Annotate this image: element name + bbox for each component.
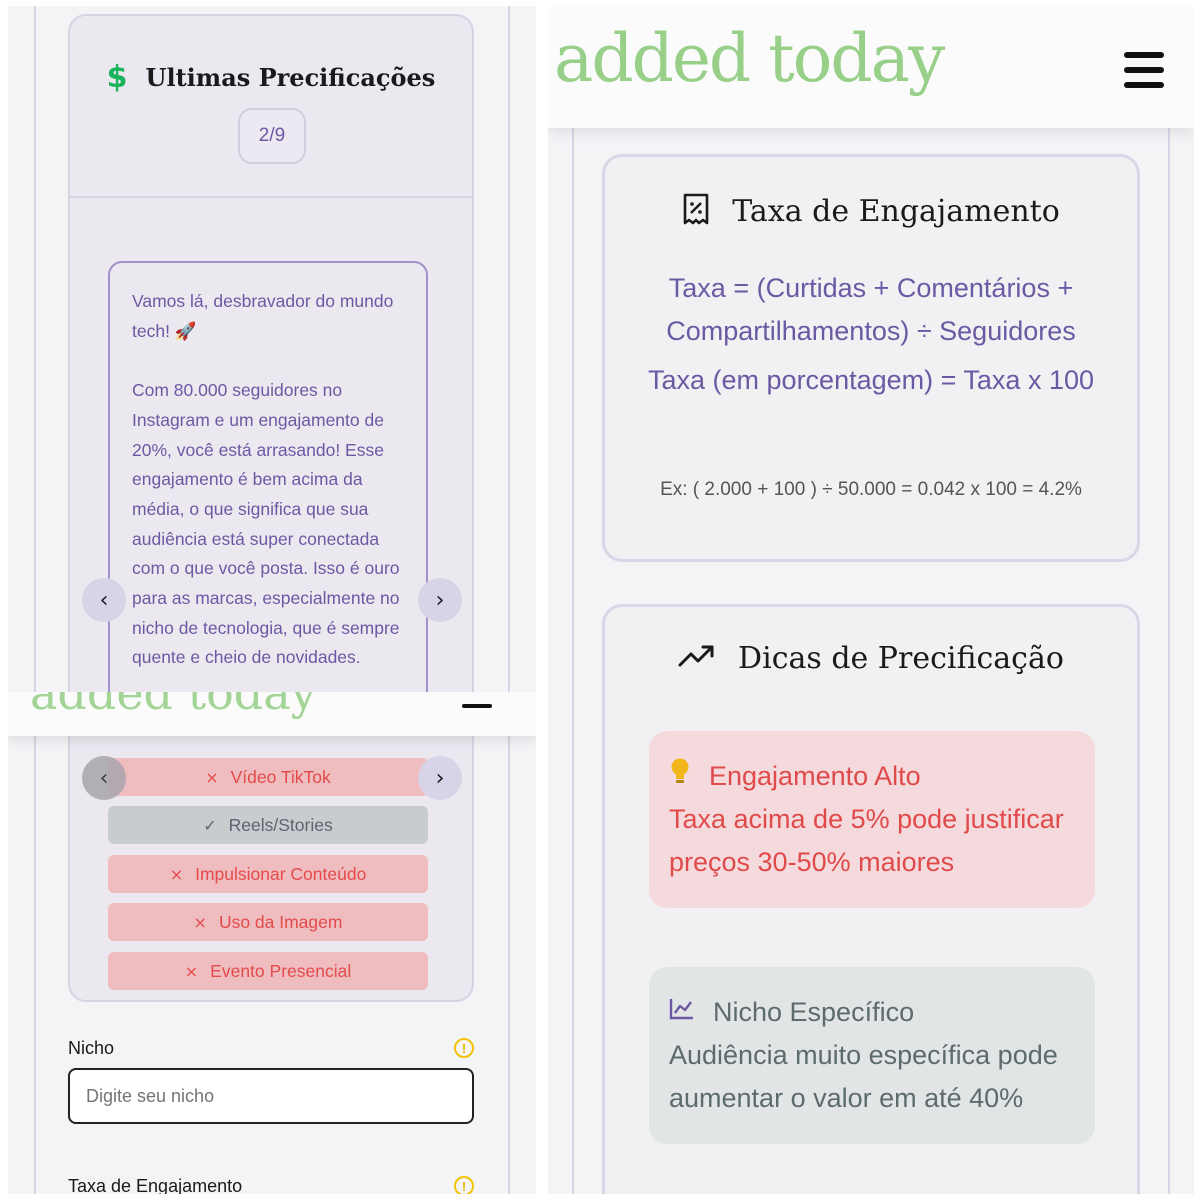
tip-high-engagement: Engajamento Alto Taxa acima de 5% pode j… [649, 731, 1095, 908]
watermark: added today [30, 692, 317, 720]
card-title: Dicas de Precificação [738, 641, 1064, 676]
divider [1168, 6, 1170, 1194]
divider [508, 692, 510, 1194]
tips-panel: added today Taxa de Engajamento Taxa = (… [548, 6, 1194, 1194]
next-button[interactable]: › [418, 756, 462, 800]
pricing-tips-card: Dicas de Precificação Engajamento Alto T… [602, 604, 1140, 1194]
option-uso-da-imagem[interactable]: × Uso da Imagem [108, 903, 428, 941]
info-icon[interactable]: ! [454, 1038, 474, 1058]
divider [572, 6, 574, 1194]
check-icon: ✓ [203, 815, 217, 835]
page-counter: 2/9 [238, 108, 306, 164]
divider [34, 692, 36, 1194]
pricing-message-card: Vamos lá, desbravador do mundo tech! 🚀 C… [108, 261, 428, 692]
x-icon: × [184, 961, 199, 981]
app-header: added today [8, 692, 536, 736]
chevron-right-icon: › [435, 765, 445, 791]
option-reels-stories[interactable]: ✓ Reels/Stories [108, 806, 428, 844]
history-panel: $ Ultimas Precificações 2/9 Vamos lá, de… [8, 6, 536, 692]
receipt-percent-icon [682, 193, 710, 230]
option-label: Reels/Stories [228, 814, 333, 835]
next-button[interactable]: › [418, 578, 462, 622]
prev-button[interactable]: ‹ [82, 756, 126, 800]
option-evento-presencial[interactable]: × Evento Presencial [108, 952, 428, 990]
x-icon: × [205, 767, 219, 787]
engagement-formula-card: Taxa de Engajamento Taxa = (Curtidas + C… [602, 154, 1140, 562]
app-header: added today [548, 6, 1194, 128]
chevron-left-icon: ‹ [99, 765, 109, 791]
chevron-right-icon: › [435, 587, 445, 613]
info-icon[interactable]: ! [454, 1176, 474, 1194]
x-icon: × [169, 864, 184, 884]
tip-specific-niche: Nicho Específico Audiência muito específ… [649, 967, 1095, 1144]
tip-heading: Nicho Específico [713, 997, 915, 1027]
divider [508, 6, 510, 692]
hamburger-menu-icon[interactable] [1124, 52, 1164, 88]
prev-button[interactable]: ‹ [82, 578, 126, 622]
menu-icon[interactable] [462, 704, 492, 708]
formula-percentage: Taxa (em porcentagem) = Taxa x 100 [648, 365, 1094, 395]
chart-icon [669, 991, 695, 1034]
tip-heading: Engajamento Alto [709, 761, 921, 791]
card-title: Taxa de Engajamento [732, 194, 1060, 229]
option-label: Impulsionar Conteúdo [195, 863, 367, 884]
card-header: Dicas de Precificação [605, 641, 1137, 676]
option-label: Evento Presencial [210, 960, 352, 981]
option-label: Vídeo TikTok [230, 766, 331, 787]
divider [70, 196, 472, 198]
watermark: added today [554, 20, 945, 97]
card-header: Taxa de Engajamento [605, 193, 1137, 230]
trending-up-icon [678, 643, 716, 674]
dollar-icon: $ [106, 60, 128, 95]
card-header: $ Ultimas Precificações [70, 60, 472, 95]
tip-body: Taxa acima de 5% pode justificar preços … [669, 804, 1064, 877]
lightbulb-icon [669, 755, 691, 798]
card-title: Ultimas Precificações [145, 63, 436, 92]
divider [34, 6, 36, 692]
engagement-label: Taxa de Engajamento [68, 1176, 243, 1194]
formula-rate: Taxa = (Curtidas + Comentários + Compart… [666, 273, 1076, 346]
form-panel: × Vídeo TikTok ✓ Reels/Stories × Impulsi… [8, 692, 536, 1194]
option-impulsionar-conteudo[interactable]: × Impulsionar Conteúdo [108, 855, 428, 893]
option-video-tiktok[interactable]: × Vídeo TikTok [108, 758, 428, 796]
option-label: Uso da Imagem [218, 911, 343, 932]
niche-label: Nicho [68, 1038, 115, 1058]
niche-input[interactable] [68, 1068, 474, 1124]
tip-body: Audiência muito específica pode aumentar… [669, 1040, 1058, 1113]
pricing-message-text: Vamos lá, desbravador do mundo tech! 🚀 C… [132, 291, 400, 668]
x-icon: × [193, 912, 207, 932]
formula-example: Ex: ( 2.000 + 100 ) ÷ 50.000 = 0.042 x 1… [660, 479, 1082, 500]
chevron-left-icon: ‹ [99, 587, 109, 613]
